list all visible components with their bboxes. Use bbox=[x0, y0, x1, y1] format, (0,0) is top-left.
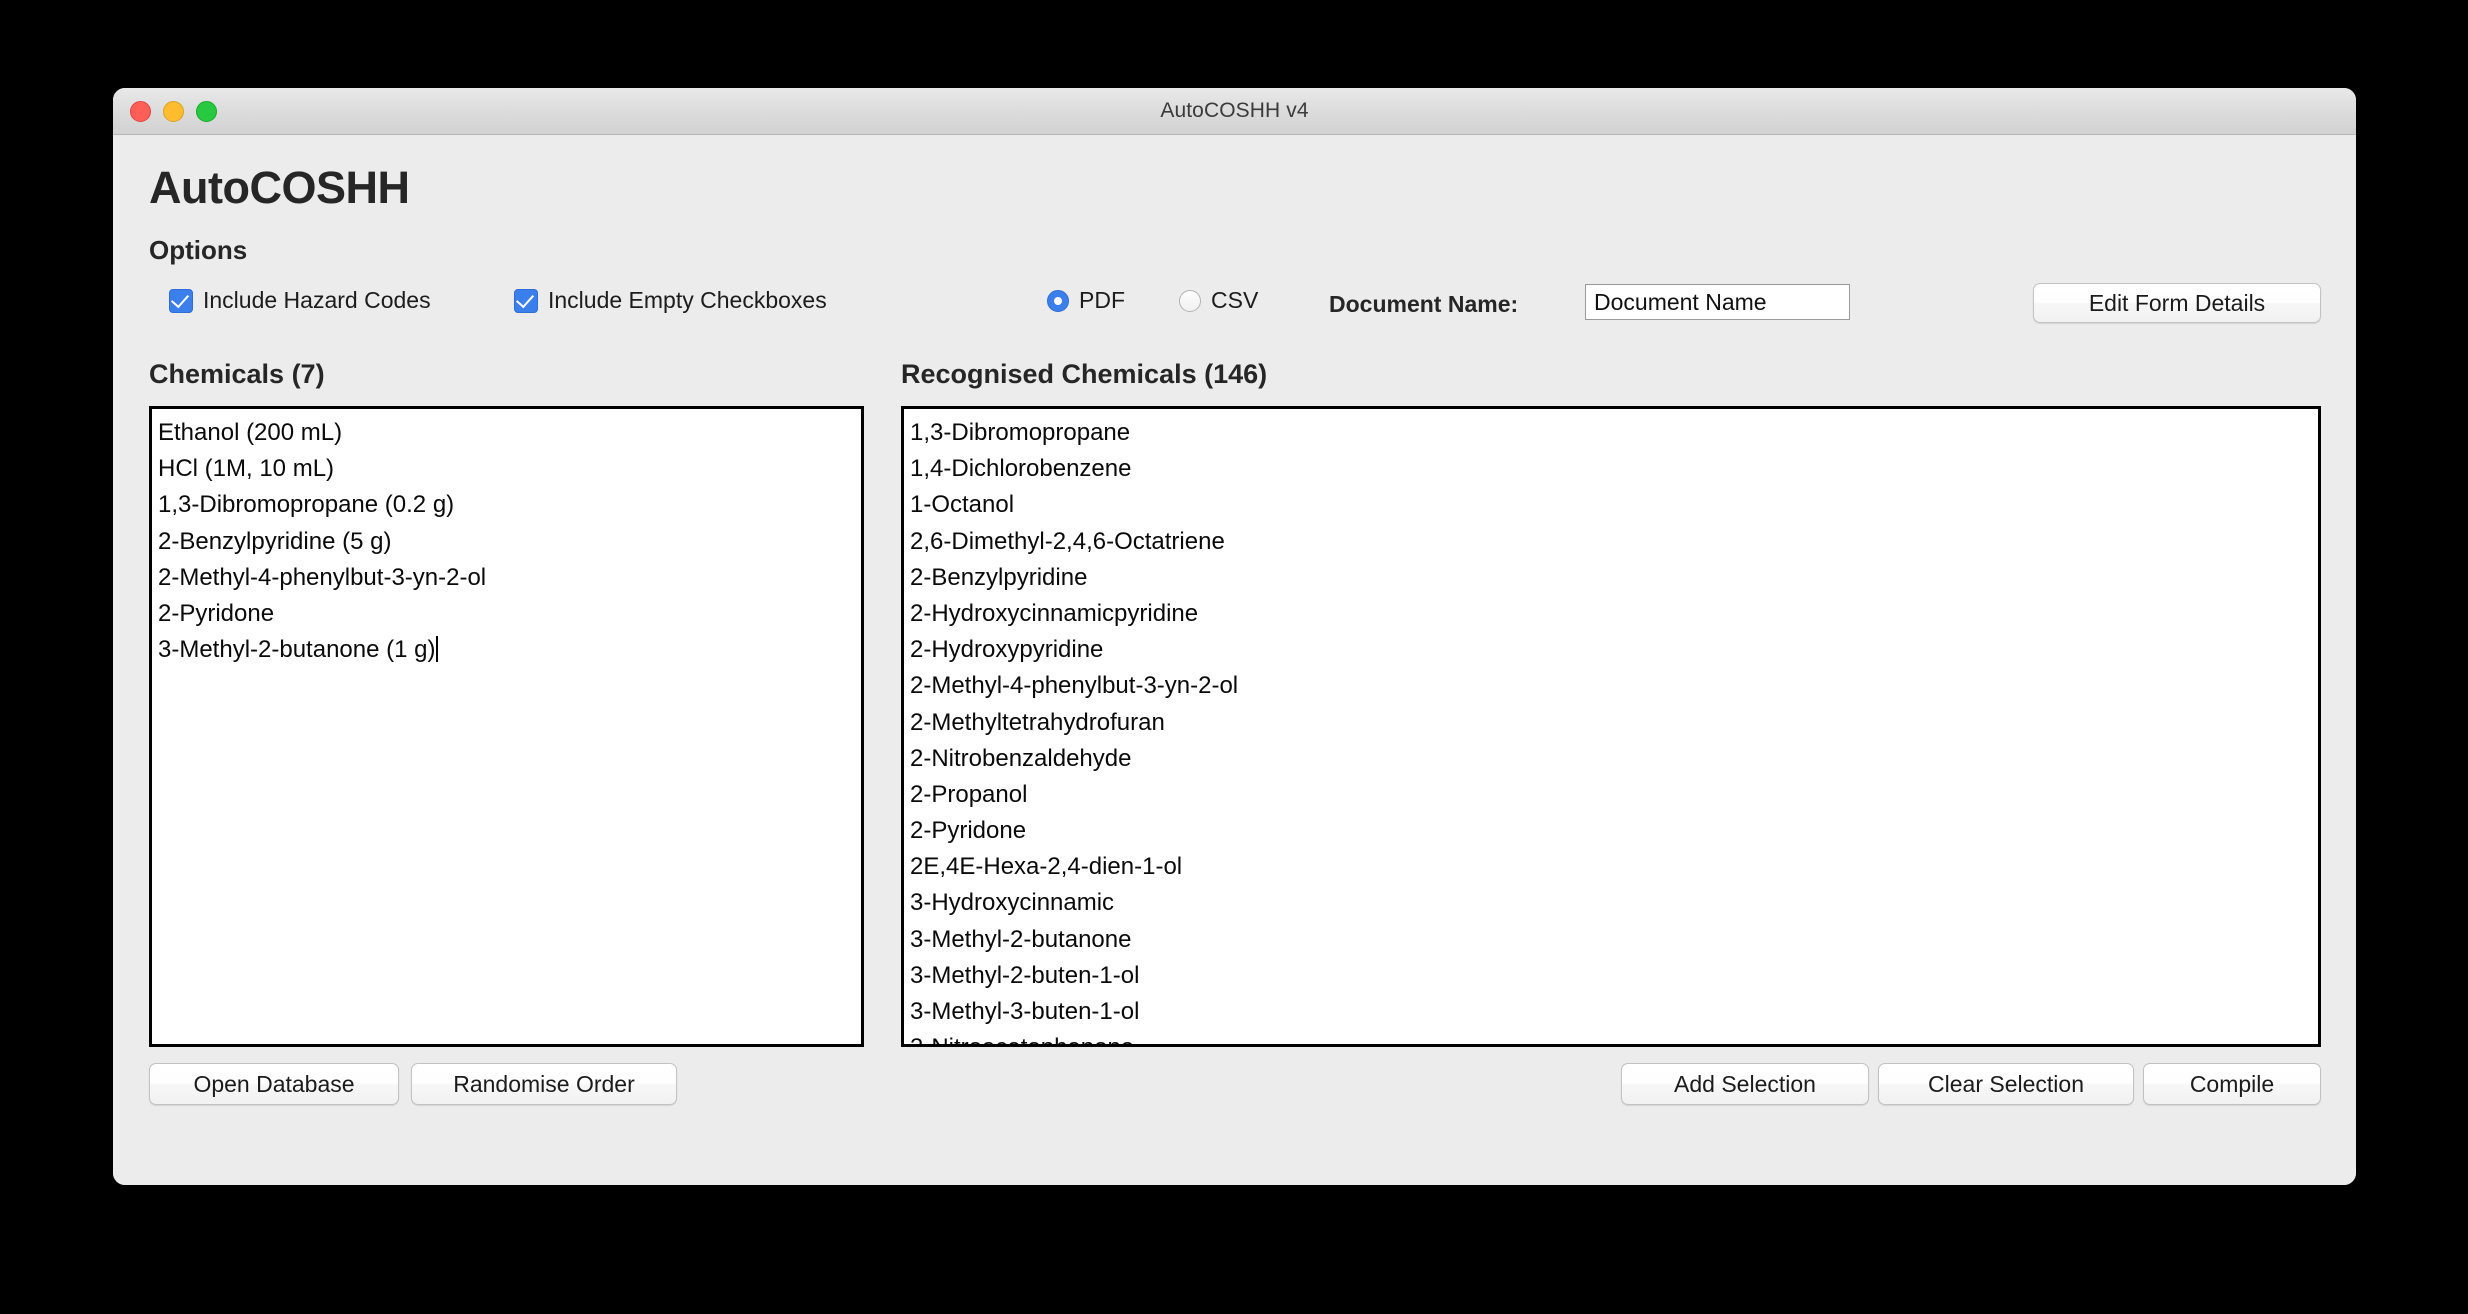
desktop-background: AutoCOSHH v4 AutoCOSHH Options Include H… bbox=[0, 0, 2468, 1314]
list-item-label: 1,4-Dichlorobenzene bbox=[910, 455, 1132, 483]
list-item-label: 2-Hydroxypyridine bbox=[910, 636, 1104, 664]
bottom-button-bar: Open Database Randomise Order Add Select… bbox=[149, 1063, 2321, 1107]
list-item-label: 3-Methyl-3-buten-1-ol bbox=[910, 998, 1140, 1025]
randomise-order-button[interactable]: Randomise Order bbox=[411, 1063, 677, 1105]
list-item-label: 2-Hydroxycinnamicpyridine bbox=[910, 599, 1199, 627]
add-selection-button[interactable]: Add Selection bbox=[1621, 1063, 1869, 1105]
radio-format-pdf-label: PDF bbox=[1079, 287, 1125, 313]
list-item[interactable]: 3-Methyl-2-buten-1-ol bbox=[910, 958, 2318, 994]
list-item-label: 2-Methyltetrahydrofuran bbox=[910, 708, 1165, 736]
radio-format-csv-label: CSV bbox=[1211, 287, 1259, 313]
list-item[interactable]: 3-Methyl-3-buten-1-ol bbox=[910, 994, 2318, 1030]
window-titlebar: AutoCOSHH v4 bbox=[113, 88, 2356, 135]
list-item-label: 1-Octanol bbox=[910, 491, 1015, 519]
list-item-label: 2-Benzylpyridine (5 g) bbox=[158, 527, 392, 555]
application-window: AutoCOSHH v4 AutoCOSHH Options Include H… bbox=[113, 88, 2356, 1185]
list-item-label: 2E,4E-Hexa-2,4-dien-1-ol bbox=[910, 853, 1183, 881]
list-item-label: 3-Methyl-2-buten-1-ol bbox=[910, 961, 1140, 989]
list-item-label: HCl (1M, 10 mL) bbox=[158, 455, 335, 483]
list-item[interactable]: 2-Nitrobenzaldehyde bbox=[910, 741, 2318, 777]
list-item-label: Ethanol (200 mL) bbox=[158, 419, 343, 446]
list-item[interactable]: 2-Benzylpyridine (5 g) bbox=[158, 524, 861, 560]
list-item-label: 2-Methyl-4-phenylbut-3-yn-2-ol bbox=[158, 563, 487, 591]
recognised-chemicals-list[interactable]: 1,3-Dibromopropane 1,4-Dichlorobenzene 1-O… bbox=[901, 406, 2321, 1047]
list-item-label: 1,3-Dibromopropane (0.2 g) bbox=[158, 491, 455, 519]
options-section-label: Options bbox=[149, 235, 248, 265]
checkbox-include-hazard-codes[interactable]: Include Hazard Codes bbox=[169, 287, 431, 314]
document-name-input[interactable] bbox=[1585, 284, 1850, 320]
list-item-label: 1,3-Dibromopropane bbox=[910, 419, 1131, 446]
checkbox-checked-icon[interactable] bbox=[514, 288, 538, 313]
list-item[interactable]: 2-Propanol bbox=[910, 777, 2318, 813]
list-item[interactable]: 2-Methyl-4-phenylbut-3-yn-2-ol bbox=[158, 560, 861, 596]
list-item-label: 2-Methyl-4-phenylbut-3-yn-2-ol bbox=[910, 672, 1239, 700]
list-item-label: 3-Methyl-2-butanone bbox=[910, 925, 1132, 953]
list-item[interactable]: 2-Methyltetrahydrofuran bbox=[910, 705, 2318, 741]
radio-format-csv[interactable]: CSV bbox=[1179, 287, 1258, 314]
options-row: Include Hazard Codes Include Empty Check… bbox=[149, 283, 2321, 333]
list-item[interactable]: 1,3-Dibromopropane bbox=[910, 415, 2318, 451]
recognised-panel-heading: Recognised Chemicals (146) bbox=[901, 359, 1268, 389]
checkbox-checked-icon[interactable] bbox=[169, 288, 193, 313]
list-item-label: 3-Methyl-2-butanone (1 g) bbox=[158, 636, 436, 664]
list-item[interactable]: HCl (1M, 10 mL) bbox=[158, 451, 861, 487]
chemicals-panel-heading: Chemicals (7) bbox=[149, 359, 325, 389]
text-cursor bbox=[436, 636, 439, 663]
edit-form-details-button[interactable]: Edit Form Details bbox=[2033, 283, 2321, 323]
compile-button[interactable]: Compile bbox=[2143, 1063, 2321, 1105]
radio-unselected-icon[interactable] bbox=[1179, 289, 1201, 312]
list-item[interactable]: 2,6-Dimethyl-2,4,6-Octatriene bbox=[910, 524, 2318, 560]
list-item-label: 3-Hydroxycinnamic bbox=[910, 889, 1115, 917]
list-item-label: 2-Pyridone bbox=[910, 817, 1027, 845]
list-item[interactable]: 1,4-Dichlorobenzene bbox=[910, 451, 2318, 487]
list-item[interactable]: 1,3-Dibromopropane (0.2 g) bbox=[158, 487, 861, 523]
window-content: AutoCOSHH Options Include Hazard Codes I… bbox=[113, 135, 2356, 1185]
checkbox-include-hazard-codes-label: Include Hazard Codes bbox=[203, 287, 431, 313]
maximise-button[interactable] bbox=[196, 100, 217, 122]
list-item-label: 2-Propanol bbox=[910, 780, 1028, 808]
page-title: AutoCOSHH bbox=[149, 162, 410, 213]
list-item[interactable]: 2-Methyl-4-phenylbut-3-yn-2-ol bbox=[910, 668, 2318, 704]
list-item-label: 2,6-Dimethyl-2,4,6-Octatriene bbox=[910, 527, 1225, 555]
list-item[interactable]: Ethanol (200 mL) bbox=[158, 415, 861, 451]
list-item[interactable]: 3-Methyl-2-butanone bbox=[910, 922, 2318, 958]
window-title: AutoCOSHH v4 bbox=[1160, 99, 1309, 122]
list-item-label: 2-Pyridone bbox=[158, 599, 275, 627]
chemicals-textarea[interactable]: Ethanol (200 mL) HCl (1M, 10 mL) 1,3-Dibro… bbox=[149, 406, 864, 1047]
list-item[interactable]: 2-Hydroxypyridine bbox=[910, 632, 2318, 668]
list-item[interactable]: 3-Hydroxycinnamic bbox=[910, 885, 2318, 921]
close-button[interactable] bbox=[130, 100, 151, 122]
minimise-button[interactable] bbox=[163, 100, 184, 122]
checkbox-include-empty-checkboxes[interactable]: Include Empty Checkboxes bbox=[514, 287, 827, 314]
list-item[interactable]: 3-Methyl-2-butanone (1 g) bbox=[158, 632, 861, 668]
list-item[interactable]: 2E,4E-Hexa-2,4-dien-1-ol bbox=[910, 849, 2318, 885]
list-item[interactable]: 3-Nitroacetophenone bbox=[910, 1030, 2318, 1044]
window-controls bbox=[130, 88, 217, 134]
list-item[interactable]: 2-Benzylpyridine bbox=[910, 560, 2318, 596]
list-item[interactable]: 2-Hydroxycinnamicpyridine bbox=[910, 596, 2318, 632]
list-item[interactable]: 2-Pyridone bbox=[910, 813, 2318, 849]
list-item[interactable]: 2-Pyridone bbox=[158, 596, 861, 632]
radio-selected-icon[interactable] bbox=[1047, 289, 1069, 312]
list-item-label: 3-Nitroacetophenone bbox=[910, 1034, 1134, 1044]
list-item-label: 2-Benzylpyridine bbox=[910, 563, 1088, 591]
open-database-button[interactable]: Open Database bbox=[149, 1063, 399, 1105]
checkbox-include-empty-checkboxes-label: Include Empty Checkboxes bbox=[548, 287, 827, 313]
radio-format-pdf[interactable]: PDF bbox=[1047, 287, 1125, 314]
list-item[interactable]: 1-Octanol bbox=[910, 487, 2318, 523]
document-name-label: Document Name: bbox=[1329, 291, 1519, 317]
list-item-label: 2-Nitrobenzaldehyde bbox=[910, 744, 1132, 772]
clear-selection-button[interactable]: Clear Selection bbox=[1878, 1063, 2134, 1105]
